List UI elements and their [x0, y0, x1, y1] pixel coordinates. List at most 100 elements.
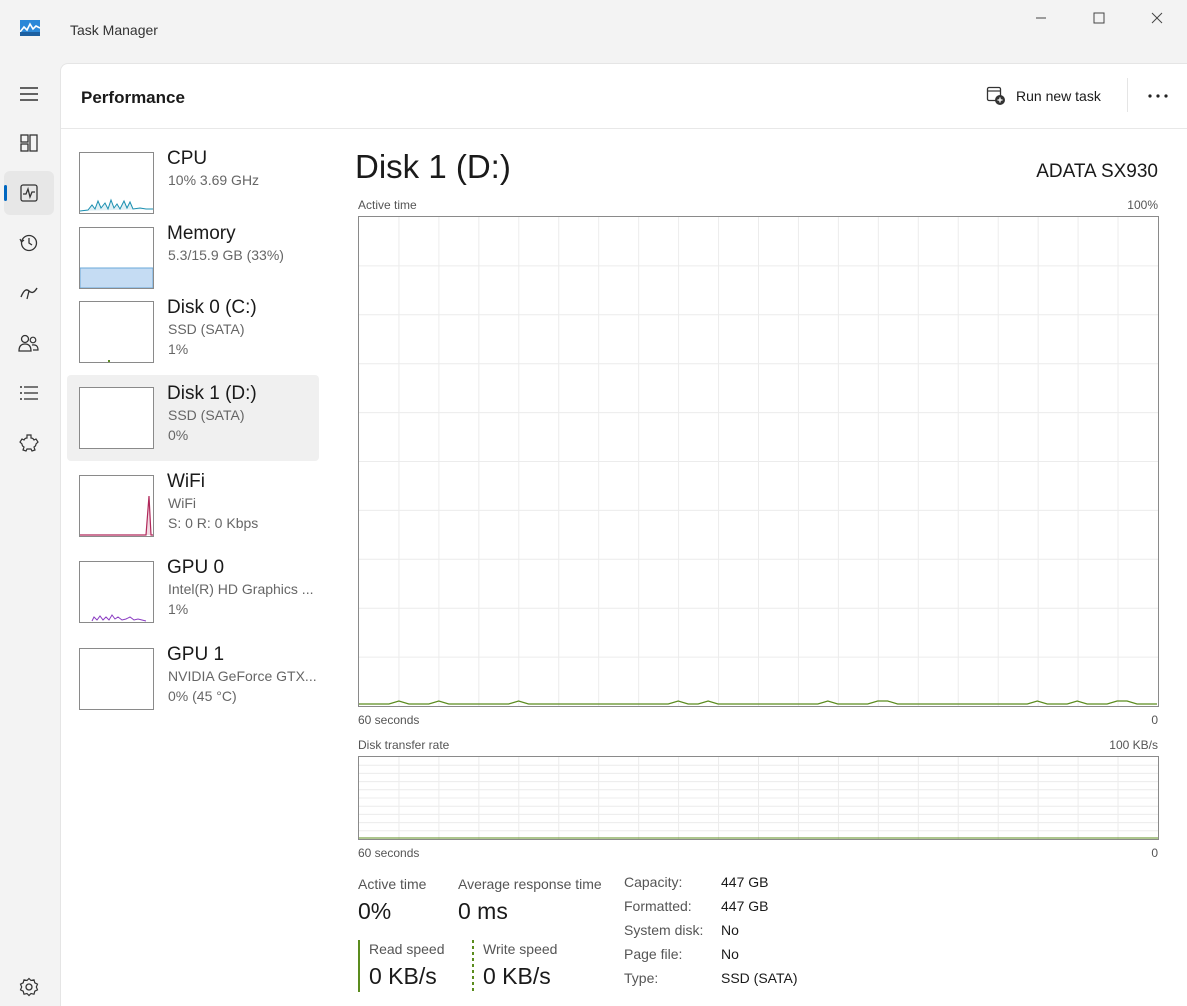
device-item-cpu[interactable]: CPU 10% 3.69 GHz: [67, 140, 319, 226]
task-manager-logo-icon: [20, 20, 40, 36]
active-time-graph-min: 0: [1151, 713, 1158, 727]
device-item-wifi[interactable]: WiFi WiFi S: 0 R: 0 Kbps: [67, 463, 319, 549]
info-value: 447 GB: [721, 898, 769, 914]
device-thumbnail-graph: [79, 561, 154, 623]
nav-item-app-history[interactable]: [4, 221, 54, 265]
active-indicator: [4, 185, 7, 201]
info-label: Capacity:: [624, 874, 683, 890]
nav-item-settings[interactable]: [4, 965, 54, 1006]
device-thumbnail-series: [91, 614, 147, 622]
info-label: Page file:: [624, 946, 683, 962]
read-speed-marker: [358, 940, 360, 992]
device-detail-line-1: Intel(R) HD Graphics ...: [168, 581, 314, 597]
settings-icon: [19, 977, 39, 997]
minimize-button[interactable]: [1012, 0, 1070, 36]
nav-menu-button[interactable]: [4, 72, 54, 116]
nav-item-details[interactable]: [4, 371, 54, 415]
device-detail-line-2: S: 0 R: 0 Kbps: [168, 515, 259, 531]
info-value: 447 GB: [721, 874, 769, 890]
read-speed-value: 0 KB/s: [369, 963, 437, 989]
write-speed-marker: [472, 940, 474, 992]
device-detail-line-1: WiFi: [168, 495, 196, 511]
header-divider: [61, 128, 1187, 129]
device-thumbnail-series: [108, 360, 110, 362]
more-options-icon: [1148, 94, 1168, 98]
device-item-disk-1-d[interactable]: Disk 1 (D:) SSD (SATA) 0%: [67, 375, 319, 461]
active-time-value: 0%: [358, 898, 392, 924]
device-thumbnail-graph: [79, 387, 154, 449]
avg-response-value: 0 ms: [458, 898, 508, 924]
device-item-disk-0-c[interactable]: Disk 0 (C:) SSD (SATA) 1%: [67, 289, 319, 375]
active-time-graph-label: Active time: [358, 198, 417, 212]
nav-item-users[interactable]: [4, 321, 54, 365]
disk-title: Disk 1 (D:): [355, 148, 511, 185]
info-label: Formatted:: [624, 898, 692, 914]
device-detail-line-1: SSD (SATA): [168, 407, 245, 423]
write-speed-label: Write speed: [483, 941, 558, 957]
device-detail-line-1: NVIDIA GeForce GTX...: [168, 668, 317, 684]
transfer-rate-graph-min: 0: [1151, 846, 1158, 860]
device-detail-line-2: 0%: [168, 427, 189, 443]
transfer-rate-graph-duration: 60 seconds: [358, 846, 420, 860]
device-detail-line-2: 1%: [168, 601, 189, 617]
active-time-graph: [358, 216, 1159, 707]
device-name: Disk 1 (D:): [167, 383, 257, 404]
device-detail-line-2: 0% (45 °C): [168, 688, 237, 704]
device-name: WiFi: [167, 471, 205, 492]
minimize-icon: [1036, 17, 1046, 19]
nav-item-services[interactable]: [4, 421, 54, 465]
content-panel: Performance Run new task CPU 10% 3.69 GHz…: [60, 63, 1187, 1006]
device-thumbnail-graph: [79, 227, 154, 289]
device-detail-line-1: SSD (SATA): [168, 321, 245, 337]
title-bar: Task Manager: [0, 0, 1187, 62]
write-speed-value: 0 KB/s: [483, 963, 551, 989]
performance-icon: [20, 184, 38, 202]
users-icon: [18, 334, 39, 352]
info-value: No: [721, 946, 739, 962]
device-thumbnail-series: [80, 267, 153, 288]
device-name: Memory: [167, 223, 236, 244]
device-thumbnail-series: [80, 495, 153, 536]
transfer-rate-graph-max: 100 KB/s: [1109, 738, 1158, 752]
processes-icon: [20, 134, 38, 152]
transfer-rate-graph-label: Disk transfer rate: [358, 738, 450, 752]
more-options-button[interactable]: [1141, 82, 1175, 110]
app-history-icon: [19, 234, 38, 252]
nav-item-processes[interactable]: [4, 121, 54, 165]
run-new-task-label: Run new task: [1016, 88, 1101, 104]
device-name: CPU: [167, 148, 208, 169]
transfer-rate-graph: [358, 756, 1159, 840]
device-thumbnail-graph: [79, 152, 154, 214]
device-name: GPU 1: [167, 644, 225, 665]
services-icon: [19, 434, 39, 452]
device-thumbnail-graph: [79, 475, 154, 537]
maximize-button[interactable]: [1070, 0, 1128, 36]
active-time-graph-duration: 60 seconds: [358, 713, 420, 727]
startup-apps-icon: [20, 287, 38, 300]
device-thumbnail-graph: [79, 648, 154, 710]
hamburger-menu-icon: [20, 87, 38, 101]
info-label: System disk:: [624, 922, 704, 938]
close-icon: [1151, 12, 1163, 24]
device-item-gpu-0[interactable]: GPU 0 Intel(R) HD Graphics ... 1%: [67, 549, 319, 635]
close-button[interactable]: [1128, 0, 1186, 36]
run-new-task-button[interactable]: Run new task: [986, 82, 1101, 110]
device-item-gpu-1[interactable]: GPU 1 NVIDIA GeForce GTX... 0% (45 °C): [67, 636, 319, 722]
toolbar-divider: [1127, 78, 1128, 112]
details-icon: [20, 386, 38, 400]
disk-model: ADATA SX930: [1036, 161, 1158, 182]
run-task-icon: [986, 86, 1005, 105]
active-time-graph-max: 100%: [1127, 198, 1158, 212]
device-detail-line-1: 10% 3.69 GHz: [168, 172, 260, 188]
maximize-icon: [1093, 12, 1105, 24]
info-label: Type:: [624, 970, 659, 986]
avg-response-label: Average response time: [458, 876, 602, 892]
device-name: GPU 0: [167, 557, 225, 578]
read-speed-label: Read speed: [369, 941, 445, 957]
nav-item-startup-apps[interactable]: [4, 271, 54, 315]
active-time-label: Active time: [358, 876, 427, 892]
device-thumbnail-graph: [79, 301, 154, 363]
device-detail-line-2: 1%: [168, 341, 189, 357]
nav-item-performance[interactable]: [4, 171, 54, 215]
info-value: SSD (SATA): [721, 970, 798, 986]
